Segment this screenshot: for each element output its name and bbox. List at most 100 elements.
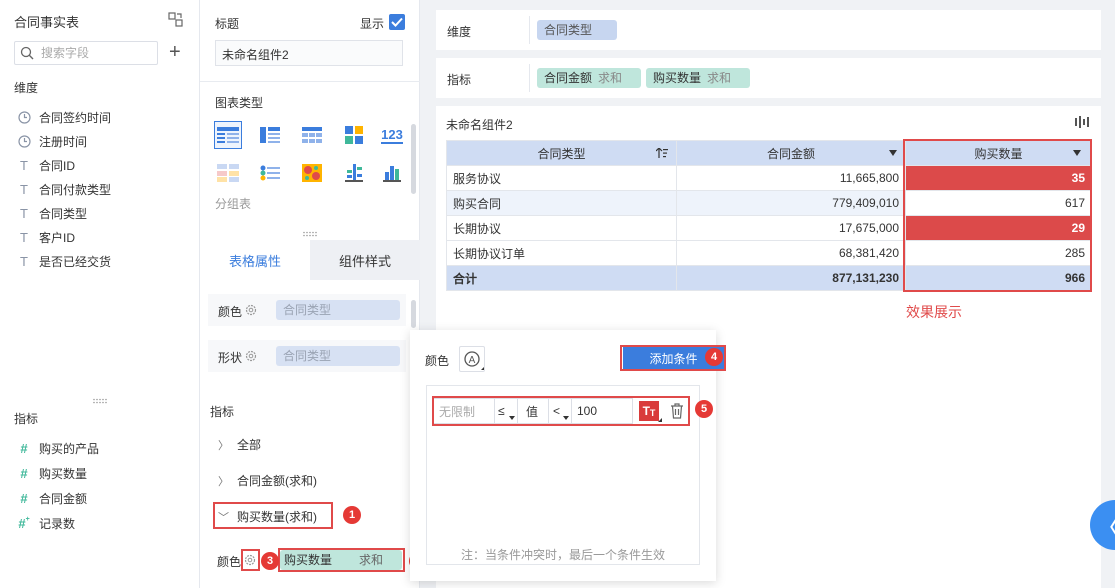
pill-field-name: 购买数量 [653,71,702,85]
tab-table-properties[interactable]: 表格属性 [200,240,310,280]
dataset-title: 合同事实表 [14,15,80,30]
condition-list: 无限制 ≤ 值 < 100 TT 注：当条件冲突时，最后一个条件生效 [426,385,700,565]
chart-type-name: 分组表 [215,197,252,211]
metric-field-item[interactable]: # + 记录数 [16,513,75,533]
chart-type-scrollbar[interactable] [411,124,416,194]
title-input[interactable]: 未命名组件2 [215,40,403,66]
annotation-badge-4: 4 [705,348,723,366]
metric-row-label: 指标 [447,73,472,87]
annotation-badge-5: 5 [695,400,713,418]
kpi-number-icon: 123 [381,126,403,144]
property-tabs: 表格属性 组件样式 [200,240,420,280]
annotation-box-5 [432,396,690,426]
field-panel: 合同事实表 + 维度 合同签约时间注册时间 T合同ID T合同付款类型 T合同类型 T客… [0,0,200,588]
color-field-pill[interactable]: 合同类型 [276,300,400,320]
dimension-field-item[interactable]: T 客户ID [16,227,75,247]
gear-icon[interactable] [245,350,257,362]
field-label: 购买数量 [39,466,88,481]
chart-type-group-table[interactable] [214,121,242,149]
switch-dataset-icon[interactable] [168,12,183,27]
bar-chart-icon [383,166,401,182]
metric-field-pill-amount[interactable]: 合同金额 求和 [537,68,641,88]
chart-type-detail-table[interactable] [298,121,326,149]
field-label: 注册时间 [39,134,88,149]
field-label: 合同类型 [39,206,88,221]
popup-color-label: 颜色 [425,354,450,368]
chart-type-heat-table[interactable] [214,159,242,187]
chart-type-cross-table[interactable] [256,121,284,149]
palette-icon: A [464,351,484,370]
resize-handle-icon[interactable] [92,398,108,404]
chart-type-list[interactable] [256,159,284,187]
metric-field-item[interactable]: # 购买数量 [16,463,87,483]
chart-type-heatmap[interactable] [298,159,326,187]
cell-amount: 68,381,420 [676,240,906,266]
chart-title: 未命名组件2 [446,118,513,132]
hash-icon: # [20,490,28,506]
chart-type-kpi[interactable]: 123 [378,121,406,149]
dropdown-arrow-icon[interactable] [889,150,897,156]
clock-icon [16,134,32,148]
property-scrollbar[interactable] [411,300,416,328]
chart-type-color-table[interactable] [340,121,368,149]
shape-field-pill[interactable]: 合同类型 [276,346,400,366]
dimension-field-item[interactable]: T 合同类型 [16,203,87,223]
dimension-field-item[interactable]: T 是否已经交货 [16,251,111,271]
cell-type: 长期协议订单 [446,240,677,266]
annotation-box-3 [241,549,260,571]
add-field-button[interactable]: + [169,42,181,62]
dimension-field-item[interactable]: 合同签约时间 [16,107,111,127]
show-title-checkbox[interactable] [389,14,405,30]
metric-field-pill-quantity[interactable]: 购买数量 求和 [646,68,750,88]
chart-settings-icon[interactable] [1075,116,1091,128]
resize-handle-icon[interactable] [302,231,318,237]
dimension-section-label: 维度 [14,81,39,95]
chevron-right-icon: 〉 [218,475,229,488]
gear-icon[interactable] [245,304,257,316]
chart-type-bar[interactable] [378,159,406,187]
sort-icon[interactable] [656,148,668,159]
tab-component-style[interactable]: 组件样式 [310,240,420,280]
dimension-field-pill[interactable]: 合同类型 [537,20,617,40]
check-icon [391,17,403,27]
svg-text:A: A [469,355,476,366]
cell-type: 购买合同 [446,190,677,216]
metric-field-item[interactable]: # 购买的产品 [16,438,99,458]
column-header-label: 合同类型 [537,146,586,161]
dimension-field-item[interactable]: T 合同ID [16,155,75,175]
divider [200,81,420,82]
column-header-amount[interactable]: 合同金额 [676,140,906,166]
metric-section-label: 指标 [210,405,235,419]
chevron-left-icon: 〈 [1100,514,1115,540]
column-header-type[interactable]: 合同类型 [446,140,677,166]
field-label: 客户ID [39,230,76,245]
color-label: 颜色 [218,305,243,319]
field-label: 是否已经交货 [39,254,112,269]
tree-item-amount[interactable]: 〉 合同金额(求和) [218,472,317,489]
column-header-label: 合同金额 [766,146,815,161]
dimension-field-item[interactable]: T 合同付款类型 [16,179,111,199]
tree-item-all[interactable]: 〉 全部 [218,436,261,453]
chart-type-dot-bar[interactable] [340,159,368,187]
config-panel: 标题 显示 未命名组件2 图表类型 123 分组表 表格属性 组件样式 颜色 合… [200,0,420,588]
pill-agg: 求和 [707,71,732,85]
search-input[interactable] [41,45,153,61]
cell-amount: 11,665,800 [676,165,906,191]
color-picker-button[interactable]: A [459,346,485,372]
dimension-field-item[interactable]: 注册时间 [16,131,87,151]
cell-type: 长期协议 [446,215,677,241]
annotation-box-1 [213,502,333,529]
metric-field-item[interactable]: # 合同金额 [16,488,87,508]
field-label: 合同金额 [39,491,88,506]
text-t-icon: T [20,229,28,245]
pill-field-name: 合同金额 [544,71,593,85]
title-label: 标题 [215,17,240,31]
heat-table-icon [217,164,239,182]
detail-table-icon [302,127,322,143]
annotation-box-2 [278,548,405,572]
divider [529,64,530,92]
color-condition-popup: 颜色 A 添加条件 无限制 ≤ 值 < 100 TT 注：当条件冲突时，最后一个… [410,330,726,581]
cell-total-amount: 877,131,230 [676,265,906,291]
field-search[interactable] [14,41,158,65]
metric-drop-row: 指标 合同金额 求和 购买数量 求和 [436,58,1101,98]
